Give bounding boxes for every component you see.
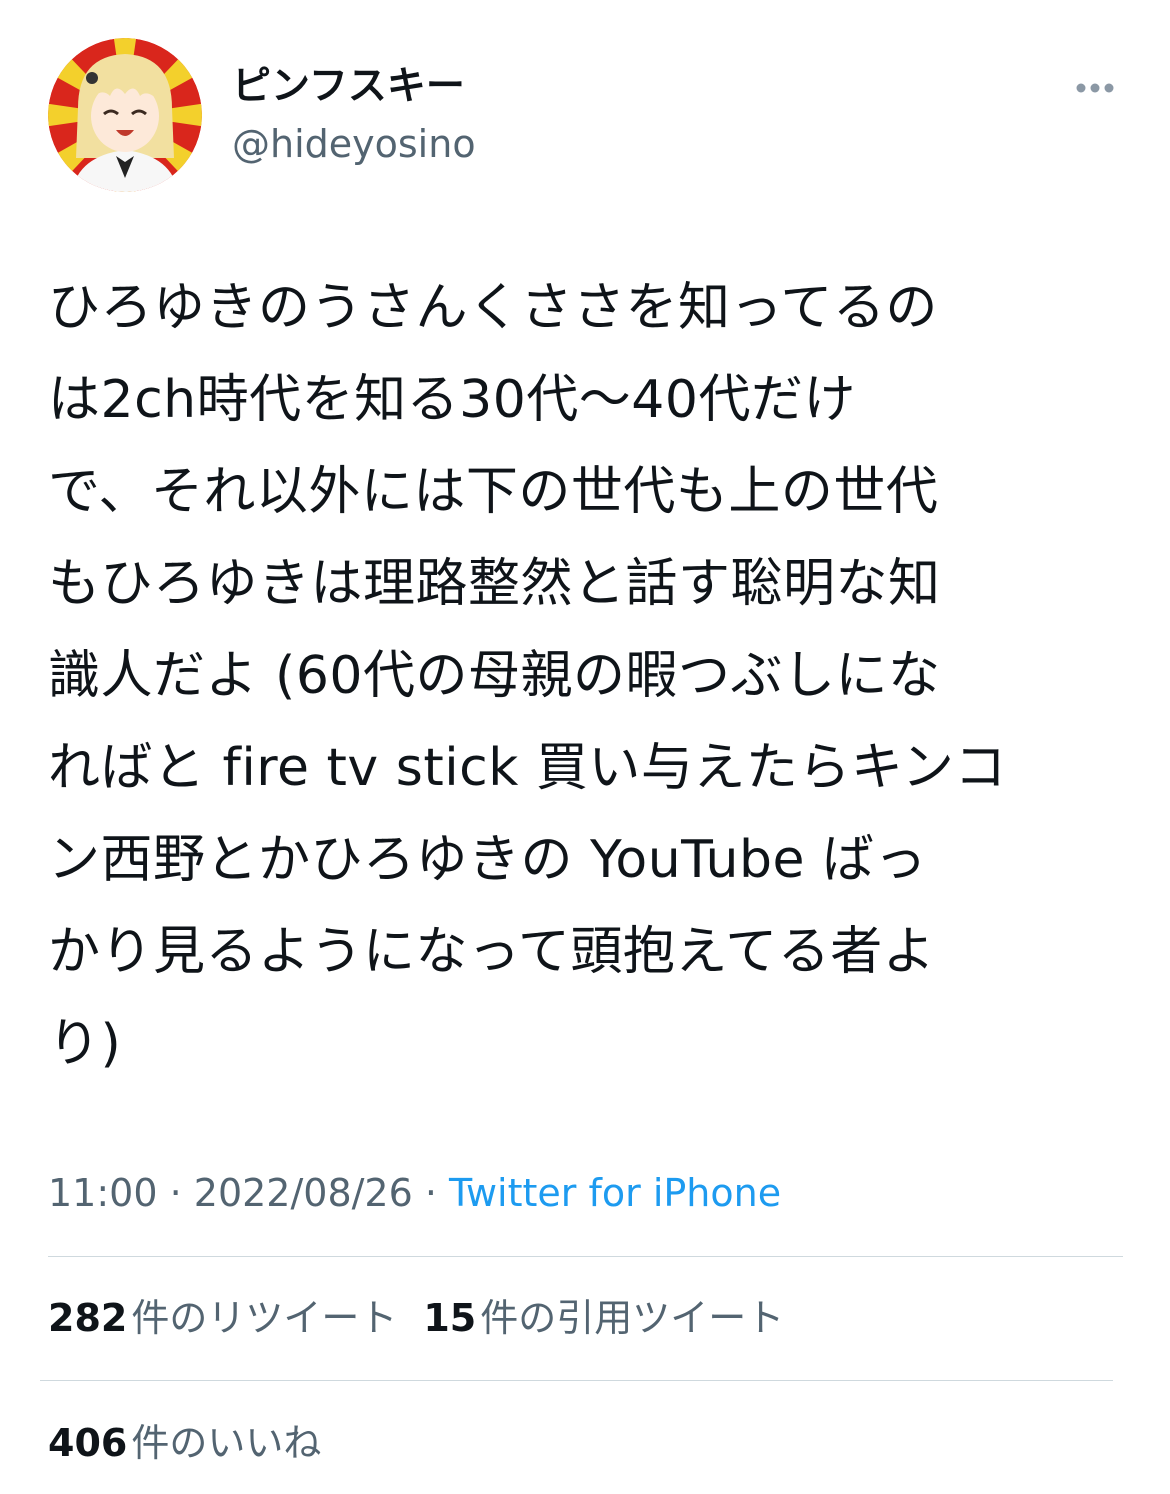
divider bbox=[40, 1380, 1113, 1381]
likes-row: 406 件のいいね bbox=[48, 1417, 321, 1469]
anime-avatar-icon bbox=[48, 38, 202, 192]
avatar[interactable] bbox=[48, 38, 202, 192]
more-options-button[interactable] bbox=[1064, 70, 1124, 110]
display-name[interactable]: ピンフスキー bbox=[232, 62, 465, 112]
tweet-source-link[interactable]: Twitter for iPhone bbox=[449, 1171, 781, 1215]
tweet-time[interactable]: 11:00 bbox=[48, 1171, 158, 1215]
like-label: 件のいいね bbox=[131, 1421, 322, 1465]
retweet-label: 件のリツイート bbox=[131, 1296, 398, 1340]
meta-separator: · bbox=[412, 1171, 450, 1215]
tweet-text: ひろゆきのうさんくささを知ってるの は2ch時代を知る30代〜40代だけ で、そ… bbox=[48, 278, 1007, 1074]
tweet-date[interactable]: 2022/08/26 bbox=[194, 1171, 413, 1215]
like-count: 406 bbox=[48, 1421, 128, 1465]
engagement-row: 282 件のリツイート 15 件の引用ツイート bbox=[48, 1292, 784, 1344]
likes-stat[interactable]: 406 件のいいね bbox=[48, 1417, 321, 1469]
tweet-meta: 11:00 · 2022/08/26 · Twitter for iPhone bbox=[48, 1168, 781, 1218]
divider bbox=[48, 1256, 1123, 1257]
retweets-stat[interactable]: 282 件のリツイート bbox=[48, 1292, 397, 1344]
meta-separator: · bbox=[157, 1171, 194, 1215]
quote-tweets-stat[interactable]: 15 件の引用ツイート bbox=[423, 1292, 784, 1344]
quote-label: 件の引用ツイート bbox=[480, 1296, 785, 1340]
user-handle[interactable]: @hideyosino bbox=[232, 119, 476, 169]
retweet-count: 282 bbox=[48, 1296, 128, 1340]
quote-count: 15 bbox=[423, 1296, 477, 1340]
more-horizontal-icon bbox=[1076, 83, 1114, 93]
